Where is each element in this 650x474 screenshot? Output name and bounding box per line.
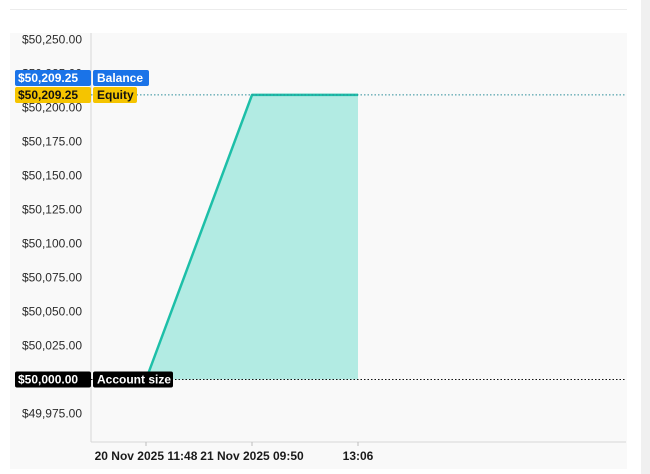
y-tick-label: $50,050.00	[22, 305, 82, 319]
y-tick-label: $50,175.00	[22, 135, 82, 149]
y-tick-label: $50,125.00	[22, 203, 82, 217]
y-tick-label: $50,100.00	[22, 237, 82, 251]
balance-tag: $50,209.25 Balance	[15, 70, 149, 86]
equity-chart: $50,250.00$50,225.00$50,200.00$50,175.00…	[15, 33, 626, 463]
x-tick-label: 20 Nov 2025 11:48	[95, 449, 198, 463]
x-tick-label: 13:06	[343, 449, 374, 463]
account-size-label: Account size	[97, 373, 171, 387]
equity-tag: $50,209.25 Equity	[15, 87, 137, 103]
equity-value: $50,209.25	[18, 88, 78, 102]
x-tick-label: 21 Nov 2025 09:50	[200, 449, 304, 463]
balance-label: Balance	[97, 71, 143, 85]
account-size-tag: $50,000.00 Account size	[15, 371, 173, 388]
y-tick-label: $50,025.00	[22, 339, 82, 353]
y-tick-label: $50,150.00	[22, 169, 82, 183]
equity-area	[146, 94, 358, 380]
equity-label: Equity	[97, 88, 134, 102]
y-tick-label: $49,975.00	[22, 407, 82, 421]
y-tick-label: $50,075.00	[22, 271, 82, 285]
y-tick-label: $50,250.00	[22, 33, 82, 47]
balance-value: $50,209.25	[18, 71, 78, 85]
account-size-value: $50,000.00	[18, 373, 78, 387]
